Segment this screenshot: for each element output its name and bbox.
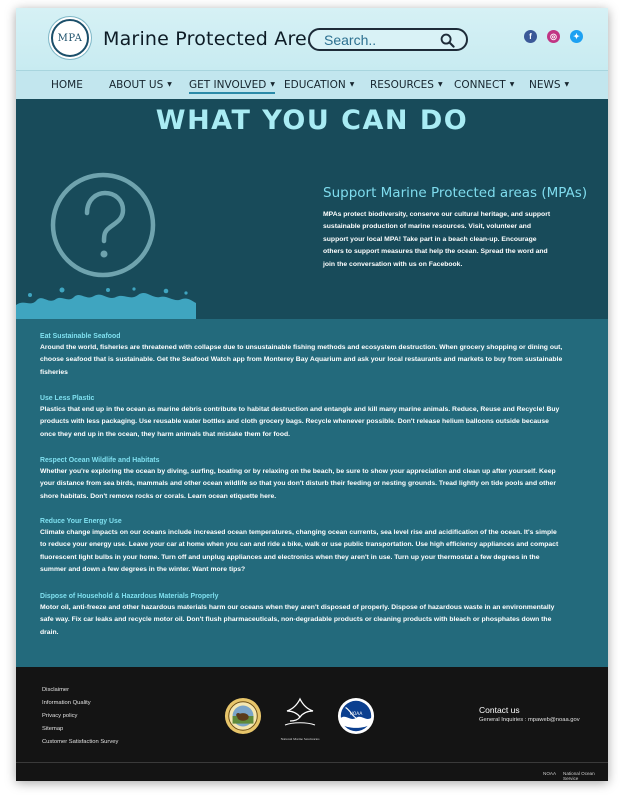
national-marine-sanctuaries-label: National Marine Sanctuaries — [280, 737, 320, 741]
main-nav: HOME ABOUT US ▼ GET INVOLVED ▼ EDUCATION ▼ … — [16, 70, 608, 99]
chevron-down-icon: ▼ — [437, 81, 443, 88]
water-splash-icon — [16, 287, 196, 319]
hero-section: WHAT YOU CAN DO Support Marine Protected… — [16, 99, 608, 319]
site-footer: Disclaimer Information Quality Privacy p… — [16, 667, 608, 781]
hero-text: MPAs protect biodiversity, conserve our … — [323, 211, 551, 268]
nav-get-involved[interactable]: GET INVOLVED ▼ — [189, 79, 275, 94]
chevron-down-icon: ▼ — [349, 81, 355, 88]
nav-news[interactable]: NEWS ▼ — [529, 79, 569, 91]
tip-item: Dispose of Household & Hazardous Materia… — [40, 593, 565, 639]
footer-noaa-link[interactable]: NOAA — [543, 771, 556, 776]
chevron-down-icon: ▼ — [270, 81, 275, 88]
tip-heading: Respect Ocean Wildlife and Habitats — [40, 457, 160, 464]
hero-subtitle: Support Marine Protected areas (MPAs) — [323, 185, 588, 201]
doi-seal-icon[interactable] — [224, 697, 262, 735]
chevron-down-icon: ▼ — [509, 81, 515, 88]
tip-body: Plastics that end up in the ocean as mar… — [40, 406, 560, 438]
facebook-icon[interactable]: f — [524, 30, 537, 43]
nav-home[interactable]: HOME — [51, 79, 83, 91]
footer-ocean-service-link[interactable]: National Ocean Service — [563, 771, 608, 781]
tip-heading: Dispose of Household & Hazardous Materia… — [40, 593, 219, 600]
mpa-logo[interactable]: MPA — [51, 19, 89, 57]
tip-body: Climate change impacts on our oceans inc… — [40, 529, 559, 574]
instagram-icon[interactable]: ◎ — [547, 30, 560, 43]
contact-title: Contact us — [479, 705, 520, 715]
tip-body: Around the world, fisheries are threaten… — [40, 344, 563, 376]
tip-body: Whether you're exploring the ocean by di… — [40, 468, 556, 500]
nav-resources[interactable]: RESOURCES ▼ — [370, 79, 443, 91]
tip-heading: Eat Sustainable Seafood — [40, 333, 121, 340]
footer-link-privacy-policy[interactable]: Privacy policy — [42, 713, 77, 719]
search-box — [308, 28, 468, 51]
nav-about-us[interactable]: ABOUT US ▼ — [109, 79, 172, 91]
chevron-down-icon: ▼ — [167, 81, 172, 88]
question-mark-icon — [50, 172, 156, 278]
noaa-logo-text: NOAA — [350, 711, 363, 717]
national-marine-sanctuaries-logo[interactable] — [279, 695, 321, 737]
tip-item: Reduce Your Energy Use Climate change im… — [40, 518, 565, 577]
nav-education[interactable]: EDUCATION ▼ — [284, 79, 354, 91]
tip-heading: Reduce Your Energy Use — [40, 518, 122, 525]
contact-email[interactable]: General Inquiries : mpaweb@noaa.gov — [479, 717, 580, 723]
site-title[interactable]: Marine Protected Areas — [103, 28, 329, 50]
footer-link-information-quality[interactable]: Information Quality — [42, 700, 91, 706]
page-frame: MPA Marine Protected Areas f ◎ ✦ HOME AB… — [16, 8, 608, 781]
noaa-logo[interactable]: NOAA — [337, 697, 375, 735]
nav-connect[interactable]: CONNECT ▼ — [454, 79, 514, 91]
search-icon[interactable] — [440, 33, 455, 48]
footer-link-sitemap[interactable]: Sitemap — [42, 726, 63, 732]
twitter-icon[interactable]: ✦ — [570, 30, 583, 43]
page-title: WHAT YOU CAN DO — [155, 105, 469, 136]
footer-link-customer-survey[interactable]: Customer Satisfaction Survey — [42, 739, 118, 745]
logo-text: MPA — [57, 32, 83, 44]
site-header: MPA Marine Protected Areas f ◎ ✦ — [16, 8, 608, 70]
tip-body: Motor oil, anti-freeze and other hazardo… — [40, 604, 555, 636]
tips-section: Eat Sustainable Seafood Around the world… — [16, 319, 608, 667]
tip-item: Respect Ocean Wildlife and Habitats Whet… — [40, 457, 565, 503]
footer-link-disclaimer[interactable]: Disclaimer — [42, 687, 69, 693]
tip-heading: Use Less Plastic — [40, 395, 95, 402]
chevron-down-icon: ▼ — [564, 81, 570, 88]
search-input[interactable] — [324, 32, 434, 48]
footer-bottom-bar: NOAA National Ocean Service — [16, 762, 608, 781]
tip-item: Use Less Plastic Plastics that end up in… — [40, 395, 565, 441]
tip-item: Eat Sustainable Seafood Around the world… — [40, 333, 565, 379]
